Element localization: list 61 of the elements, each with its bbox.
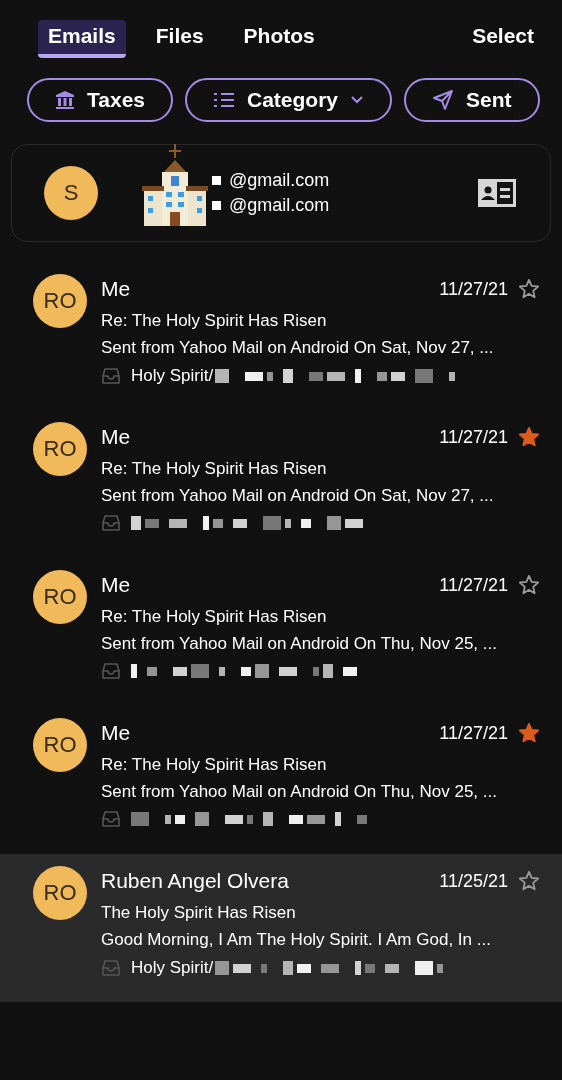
chevron-down-icon	[350, 95, 365, 105]
email-date: 11/27/21	[439, 722, 508, 744]
list-icon	[213, 91, 235, 109]
select-button[interactable]: Select	[472, 24, 534, 48]
email-preview: Good Morning, I Am The Holy Spirit. I Am God, In ...	[101, 930, 492, 950]
email-date: 11/25/21	[439, 870, 508, 892]
sender-name: Me	[101, 573, 132, 597]
email-date: 11/27/21	[439, 426, 508, 448]
sender-avatar: RO	[33, 718, 87, 772]
star-icon[interactable]	[518, 722, 540, 744]
email-subject: The Holy Spirit Has Risen	[101, 903, 297, 923]
redaction-mark	[212, 176, 221, 185]
contact-email: @gmail.com	[229, 170, 330, 191]
send-icon	[432, 89, 455, 111]
contact-card-icon[interactable]	[478, 179, 516, 207]
bank-icon	[55, 90, 75, 110]
inbox-icon	[101, 514, 121, 532]
inbox-icon	[101, 662, 121, 680]
sender-avatar: RO	[33, 570, 87, 624]
email-subject: Re: The Holy Spirit Has Risen	[101, 459, 328, 479]
email-row[interactable]: RO Me 11/27/21 Re: The Holy Spirit Has Risen Sent from Yahoo Mail on Android On Thu, Nov 25, ...	[0, 558, 562, 706]
sender-name: Me	[101, 425, 132, 449]
church-icon	[140, 144, 210, 228]
folder-path: Holy Spirit/	[131, 366, 214, 386]
email-preview: Sent from Yahoo Mail on Android On Thu, Nov 25, ...	[101, 634, 498, 654]
email-date: 11/27/21	[439, 278, 508, 300]
sender-name: Ruben Angel Olvera	[101, 869, 290, 893]
redaction-mark	[212, 201, 221, 210]
email-subject: Re: The Holy Spirit Has Risen	[101, 755, 328, 775]
sender-avatar: RO	[33, 866, 87, 920]
sender-name: Me	[101, 721, 132, 745]
filter-chip[interactable]: Sent	[404, 78, 540, 122]
tab[interactable]: Emails	[38, 20, 126, 58]
email-preview: Sent from Yahoo Mail on Android On Thu, Nov 25, ...	[101, 782, 498, 802]
filter-chip[interactable]: Taxes	[27, 78, 173, 122]
filter-chip[interactable]: Category	[185, 78, 393, 122]
email-subject: Re: The Holy Spirit Has Risen	[101, 311, 328, 331]
email-row[interactable]: RO Me 11/27/21 Re: The Holy Spirit Has Risen Sent from Yahoo Mail on Android On Thu, Nov 25, ...	[0, 706, 562, 854]
inbox-icon	[101, 810, 121, 828]
email-row[interactable]: RO Ruben Angel Olvera 11/25/21 The Holy Spirit Has Risen Good Morning, I Am The Holy Spirit. I Am God, In ... Holy Spirit/	[0, 854, 562, 1002]
folder-path: Holy Spirit/	[131, 958, 214, 978]
star-icon[interactable]	[518, 278, 540, 300]
inbox-icon	[101, 959, 121, 977]
sender-avatar: RO	[33, 422, 87, 476]
contact-card[interactable]: S @gmail.com @gmail.com	[11, 144, 551, 242]
email-date: 11/27/21	[439, 574, 508, 596]
inbox-icon	[101, 367, 121, 385]
email-preview: Sent from Yahoo Mail on Android On Sat, Nov 27, ...	[101, 486, 495, 506]
star-icon[interactable]	[518, 574, 540, 596]
sender-avatar: RO	[33, 274, 87, 328]
tab[interactable]: Files	[145, 20, 214, 58]
tab[interactable]: Photos	[233, 20, 325, 58]
email-row[interactable]: RO Me 11/27/21 Re: The Holy Spirit Has Risen Sent from Yahoo Mail on Android On Sat, Nov 27, ...	[0, 410, 562, 558]
sender-name: Me	[101, 277, 132, 301]
contact-avatar: S	[44, 166, 98, 220]
contact-email: @gmail.com	[229, 195, 330, 216]
star-icon[interactable]	[518, 426, 540, 448]
email-row[interactable]: RO Me 11/27/21 Re: The Holy Spirit Has Risen Sent from Yahoo Mail on Android On Sat, Nov 27, ... Holy Spirit/	[0, 262, 562, 410]
star-icon[interactable]	[518, 870, 540, 892]
email-subject: Re: The Holy Spirit Has Risen	[101, 607, 328, 627]
email-preview: Sent from Yahoo Mail on Android On Sat, Nov 27, ...	[101, 338, 495, 358]
